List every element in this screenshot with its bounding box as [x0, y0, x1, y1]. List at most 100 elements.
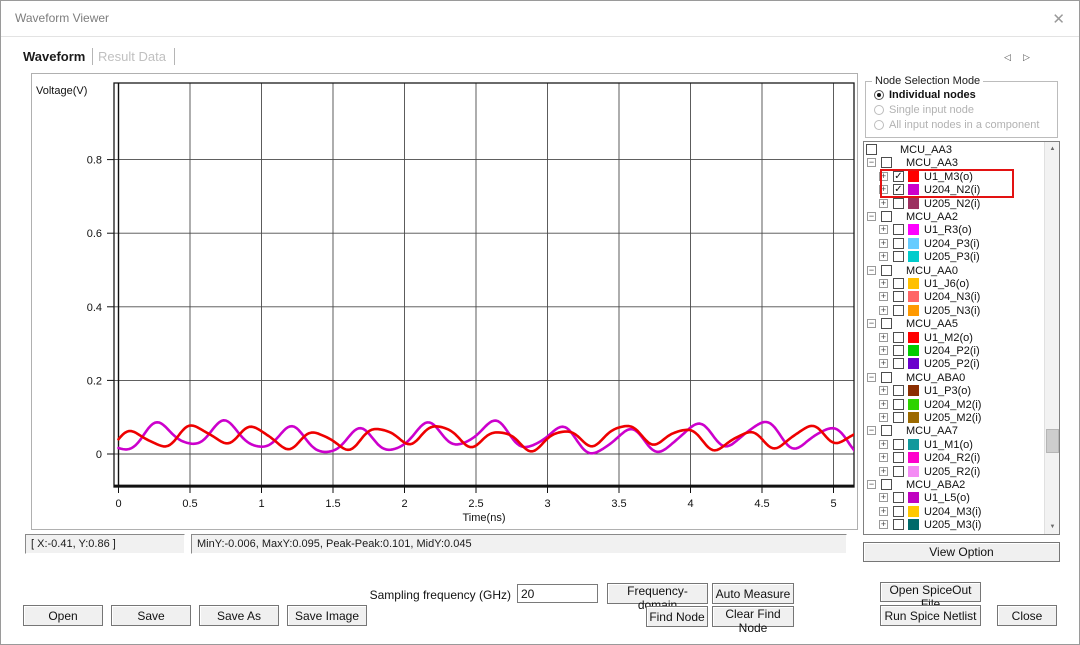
- node-label[interactable]: MCU_AA0: [906, 265, 958, 278]
- tab-scroll-right-icon[interactable]: ▷: [1023, 52, 1030, 63]
- node-checkbox[interactable]: ✓: [893, 171, 904, 182]
- node-checkbox[interactable]: [893, 506, 904, 517]
- node-checkbox[interactable]: [893, 358, 904, 369]
- close-button[interactable]: Close: [997, 605, 1057, 626]
- node-label[interactable]: U204_N2(i): [924, 184, 980, 197]
- collapse-icon[interactable]: −: [867, 158, 876, 167]
- node-checkbox[interactable]: [881, 318, 892, 329]
- node-label[interactable]: MCU_ABA0: [906, 372, 965, 385]
- node-label[interactable]: MCU_AA2: [906, 211, 958, 224]
- node-label[interactable]: U1_P3(o): [924, 385, 971, 398]
- node-checkbox[interactable]: [881, 425, 892, 436]
- node-label[interactable]: U205_N3(i): [924, 305, 980, 318]
- radio-individual-nodes[interactable]: Individual nodes: [874, 89, 976, 102]
- waveform-series-U1_M3(o)[interactable]: [119, 426, 857, 452]
- expand-icon[interactable]: +: [879, 467, 888, 476]
- node-label[interactable]: U204_M2(i): [924, 399, 981, 412]
- expand-icon[interactable]: +: [879, 386, 888, 395]
- expand-icon[interactable]: +: [879, 172, 888, 181]
- node-checkbox[interactable]: [893, 466, 904, 477]
- node-label[interactable]: U1_L5(o): [924, 492, 970, 505]
- expand-icon[interactable]: +: [879, 306, 888, 315]
- node-label[interactable]: U1_M3(o): [924, 171, 973, 184]
- node-label[interactable]: MCU_ABA2: [906, 479, 965, 492]
- auto-measure-button[interactable]: Auto Measure: [712, 583, 794, 604]
- run-spice-netlist-button[interactable]: Run Spice Netlist: [880, 605, 981, 626]
- expand-icon[interactable]: +: [879, 359, 888, 368]
- node-checkbox[interactable]: [893, 385, 904, 396]
- node-checkbox[interactable]: [893, 238, 904, 249]
- collapse-icon[interactable]: −: [867, 212, 876, 221]
- expand-icon[interactable]: +: [879, 520, 888, 529]
- node-label[interactable]: U1_M1(o): [924, 439, 973, 452]
- expand-icon[interactable]: +: [879, 413, 888, 422]
- expand-icon[interactable]: +: [879, 225, 888, 234]
- node-checkbox[interactable]: [893, 439, 904, 450]
- node-checkbox[interactable]: [881, 372, 892, 383]
- expand-icon[interactable]: +: [879, 493, 888, 502]
- node-checkbox[interactable]: [881, 479, 892, 490]
- tab-result-data[interactable]: Result Data: [98, 49, 166, 64]
- node-checkbox[interactable]: [893, 412, 904, 423]
- find-node-button[interactable]: Find Node: [646, 606, 708, 627]
- scroll-down-icon[interactable]: ▼: [1045, 520, 1060, 534]
- node-label[interactable]: U1_R3(o): [924, 224, 972, 237]
- node-label[interactable]: U1_M2(o): [924, 332, 973, 345]
- expand-icon[interactable]: +: [879, 346, 888, 355]
- save-button[interactable]: Save: [111, 605, 191, 626]
- expand-icon[interactable]: +: [879, 185, 888, 194]
- frequency-domain-button[interactable]: Frequency-domain: [607, 583, 708, 604]
- node-checkbox[interactable]: [881, 265, 892, 276]
- node-checkbox[interactable]: [893, 492, 904, 503]
- expand-icon[interactable]: +: [879, 199, 888, 208]
- collapse-icon[interactable]: −: [867, 319, 876, 328]
- scroll-up-icon[interactable]: ▲: [1045, 142, 1060, 156]
- node-label[interactable]: U205_R2(i): [924, 466, 980, 479]
- node-checkbox[interactable]: [893, 452, 904, 463]
- expand-icon[interactable]: +: [879, 453, 888, 462]
- node-tree[interactable]: MCU_AA3−MCU_AA3+✓U1_M3(o)+✓U204_N2(i)+U2…: [863, 141, 1060, 535]
- collapse-icon[interactable]: −: [867, 373, 876, 382]
- node-label[interactable]: MCU_AA5: [906, 318, 958, 331]
- expand-icon[interactable]: +: [879, 400, 888, 409]
- node-label[interactable]: U205_P3(i): [924, 251, 980, 264]
- tab-scroll-left-icon[interactable]: ◁: [1004, 52, 1011, 63]
- node-checkbox[interactable]: [881, 211, 892, 222]
- radio-icon[interactable]: [874, 90, 884, 100]
- node-checkbox[interactable]: [881, 157, 892, 168]
- node-checkbox[interactable]: [893, 332, 904, 343]
- collapse-icon[interactable]: −: [867, 426, 876, 435]
- open-spiceout-file-button[interactable]: Open SpiceOut File: [880, 582, 981, 602]
- node-label[interactable]: U204_M3(i): [924, 506, 981, 519]
- waveform-chart[interactable]: 00.511.522.533.544.5500.20.40.60.8Voltag…: [31, 73, 858, 530]
- expand-icon[interactable]: +: [879, 440, 888, 449]
- node-label[interactable]: MCU_AA3: [906, 157, 958, 170]
- node-checkbox[interactable]: [893, 278, 904, 289]
- node-label[interactable]: U1_J6(o): [924, 278, 969, 291]
- node-label[interactable]: U205_P2(i): [924, 358, 980, 371]
- node-label[interactable]: U204_P3(i): [924, 238, 980, 251]
- node-label[interactable]: U205_M2(i): [924, 412, 981, 425]
- save-as-button[interactable]: Save As: [199, 605, 279, 626]
- view-option-button[interactable]: View Option: [863, 542, 1060, 562]
- tab-waveform[interactable]: Waveform: [23, 49, 85, 64]
- expand-icon[interactable]: +: [879, 252, 888, 261]
- node-checkbox[interactable]: [893, 224, 904, 235]
- open-button[interactable]: Open: [23, 605, 103, 626]
- node-label[interactable]: U205_M3(i): [924, 519, 981, 532]
- clear-find-node-button[interactable]: Clear Find Node: [712, 606, 794, 627]
- node-checkbox[interactable]: [893, 251, 904, 262]
- node-label[interactable]: U205_N2(i): [924, 198, 980, 211]
- collapse-icon[interactable]: −: [867, 480, 876, 489]
- sampling-frequency-input[interactable]: [517, 584, 598, 603]
- expand-icon[interactable]: +: [879, 292, 888, 301]
- node-label[interactable]: U204_N3(i): [924, 291, 980, 304]
- node-checkbox[interactable]: [893, 519, 904, 530]
- tree-scrollbar[interactable]: ▲ ▼: [1044, 142, 1059, 534]
- scrollbar-thumb[interactable]: [1046, 429, 1059, 453]
- expand-icon[interactable]: +: [879, 507, 888, 516]
- node-checkbox[interactable]: [893, 399, 904, 410]
- node-checkbox[interactable]: [893, 345, 904, 356]
- expand-icon[interactable]: +: [879, 239, 888, 248]
- node-label[interactable]: U204_P2(i): [924, 345, 980, 358]
